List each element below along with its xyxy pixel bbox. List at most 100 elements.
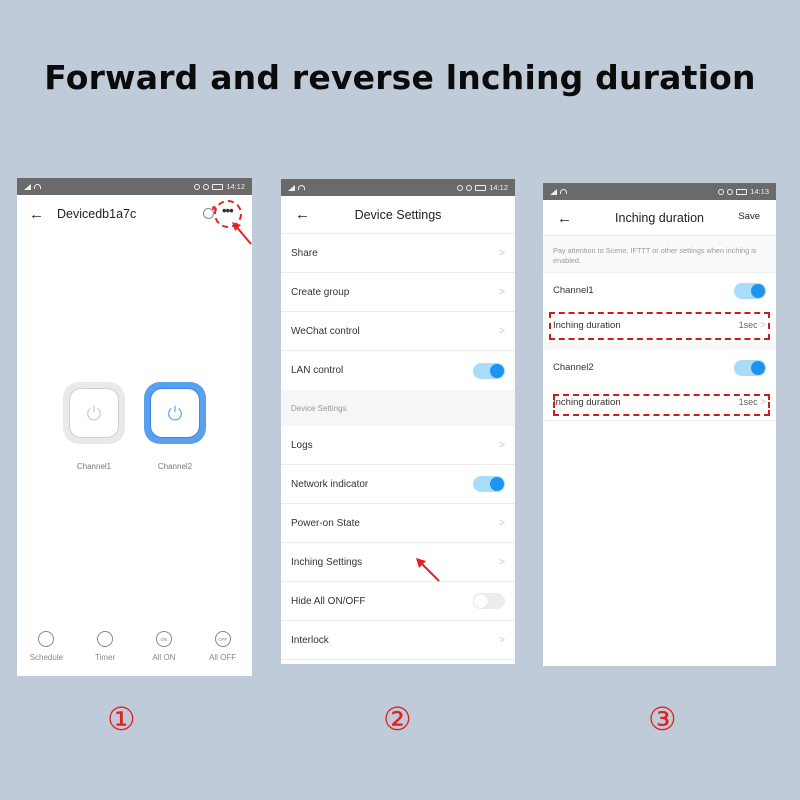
step-number-3: ③ (648, 700, 677, 738)
status-icon (457, 184, 464, 191)
settings-row-wechat-control[interactable]: WeChat control > (281, 312, 515, 351)
channel2-label: Channel2 (157, 462, 193, 471)
camera-icon[interactable] (203, 206, 216, 219)
divider (543, 342, 776, 350)
signal-icon (288, 184, 295, 191)
settings-row-interlock[interactable]: Interlock > (281, 621, 515, 660)
row-label: Logs (291, 439, 313, 451)
status-time: 14:12 (226, 182, 245, 191)
all-on-button[interactable]: ON All ON (139, 631, 189, 662)
channel2-label: Channel2 (553, 362, 594, 373)
all-on-label: All ON (152, 653, 176, 662)
schedule-label: Schedule (29, 653, 64, 662)
highlight-box (549, 312, 770, 340)
status-bar: 14:12 (17, 178, 252, 195)
channel2-inching-toggle[interactable] (734, 359, 766, 376)
channel2-button[interactable] (144, 382, 206, 444)
settings-row-logs[interactable]: Logs > (281, 426, 515, 465)
highlight-box (553, 394, 770, 416)
row-label: Inching Settings (291, 556, 363, 568)
back-arrow-icon[interactable]: ← (295, 206, 317, 223)
settings-row-network-indicator: Network indicator (281, 465, 515, 504)
page-title: Inching duration (615, 210, 704, 225)
settings-row-inching-settings[interactable]: Inching Settings > (281, 543, 515, 582)
timer-button[interactable]: Timer (80, 631, 130, 662)
all-off-button[interactable]: OFF All OFF (198, 631, 248, 662)
battery-icon (736, 188, 748, 195)
row-label: Power-on State (291, 517, 360, 529)
hide-all-toggle[interactable] (473, 593, 505, 609)
device-title: Devicedb1a7c (57, 207, 137, 221)
row-label: Interlock (291, 634, 329, 646)
alarm-icon (727, 188, 734, 195)
pointer-arrow-icon (416, 558, 440, 582)
row-label: Hide All ON/OFF (291, 595, 366, 607)
channel1-button[interactable] (63, 382, 125, 444)
screen-inching-duration: 14:13 ← Inching duration Save Pay attent… (543, 183, 776, 666)
all-off-icon: OFF (214, 631, 231, 647)
channel1-inching-toggle[interactable] (734, 282, 766, 299)
chevron-right-icon: > (499, 439, 505, 451)
chevron-right-icon: > (499, 634, 505, 646)
status-icon (194, 183, 201, 190)
back-arrow-icon[interactable]: ← (29, 206, 51, 223)
status-icon (718, 188, 725, 195)
wifi-icon (34, 184, 41, 189)
inching-note: Pay attention to Scene, IFTTT or other s… (543, 236, 776, 273)
alarm-icon (203, 183, 210, 190)
page-title: Device Settings (354, 207, 442, 222)
wifi-icon (560, 189, 567, 194)
bottom-bar: Schedule Timer ON All ON OFF All OFF (17, 631, 252, 662)
status-bar: 14:13 (543, 183, 776, 200)
channel1-switch[interactable]: Channel1 (63, 382, 125, 471)
row-label: Share (291, 247, 318, 259)
section-header: Device Settings (281, 390, 515, 426)
schedule-button[interactable]: Schedule (21, 631, 71, 662)
channel2-row: Channel2 (543, 350, 776, 385)
network-indicator-toggle[interactable] (473, 476, 505, 492)
settings-row-power-on-state[interactable]: Power-on State > (281, 504, 515, 543)
battery-icon (212, 183, 224, 190)
lan-control-toggle[interactable] (473, 362, 505, 379)
step-number-2: ② (383, 700, 412, 738)
status-time: 14:12 (489, 183, 508, 192)
signal-icon (24, 183, 31, 190)
back-arrow-icon[interactable]: ← (557, 210, 579, 227)
pointer-arrow-icon (232, 222, 252, 245)
save-button[interactable]: Save (738, 211, 760, 222)
settings-row-hide-all-on-off: Hide All ON/OFF (281, 582, 515, 621)
stopwatch-icon (97, 631, 114, 647)
app-bar: ← Device Settings (281, 196, 515, 234)
headline: Forward and reverse lnching duration (44, 58, 756, 97)
settings-row-create-group[interactable]: Create group > (281, 273, 515, 312)
power-icon (87, 405, 101, 421)
settings-row-lan-control: LAN control (281, 351, 515, 390)
row-label: LAN control (291, 365, 344, 376)
channel1-label: Channel1 (76, 462, 112, 471)
wifi-icon (298, 185, 305, 190)
row-label: WeChat control (291, 325, 360, 337)
power-icon (168, 405, 182, 421)
settings-row-share[interactable]: Share > (281, 234, 515, 273)
battery-icon (475, 184, 487, 191)
channel2-switch[interactable]: Channel2 (144, 382, 206, 471)
chevron-right-icon: > (499, 286, 505, 298)
row-label: Network indicator (291, 478, 369, 490)
chevron-right-icon: > (499, 556, 505, 568)
alarm-clock-icon (38, 631, 55, 647)
channel1-label: Channel1 (553, 285, 594, 296)
app-bar: ← Inching duration Save (543, 200, 776, 236)
row-label: Create group (291, 286, 350, 298)
timer-label: Timer (95, 653, 116, 662)
screen-device-settings: 14:12 ← Device Settings Share > Create gr… (281, 179, 515, 664)
status-bar: 14:12 (281, 179, 515, 196)
chevron-right-icon: > (499, 325, 505, 337)
chevron-right-icon: > (499, 247, 505, 259)
alarm-icon (466, 184, 473, 191)
screen-device-home: 14:12 ← Devicedb1a7c ••• Channel1 Channe… (17, 178, 252, 676)
chevron-right-icon: > (499, 517, 505, 529)
signal-icon (550, 188, 557, 195)
all-on-icon: ON (155, 631, 172, 647)
step-number-1: ① (107, 700, 136, 738)
channel1-row: Channel1 (543, 273, 776, 308)
